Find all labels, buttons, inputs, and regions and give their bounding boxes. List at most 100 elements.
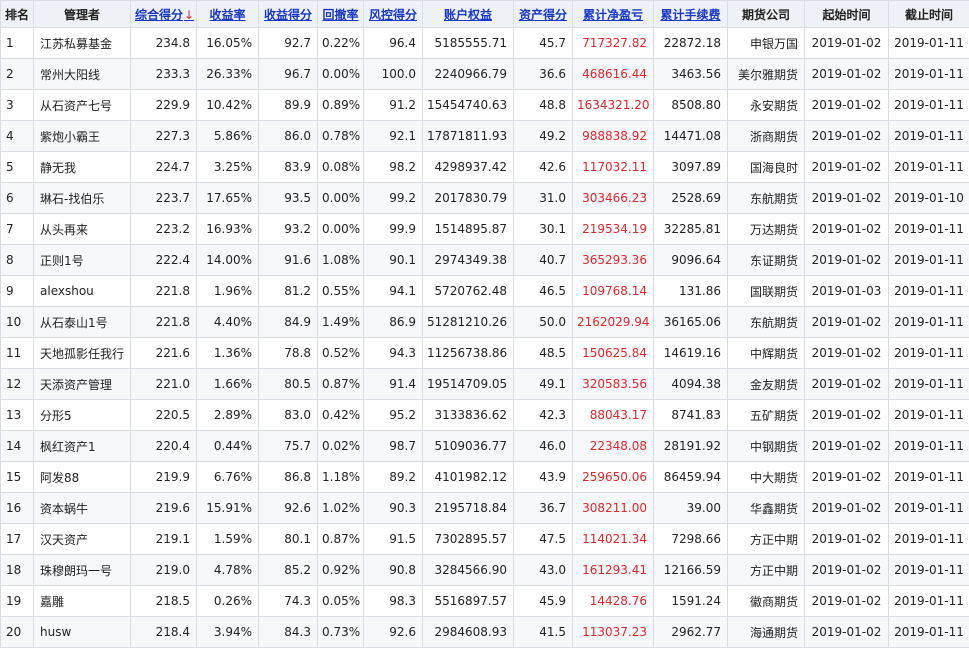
cell-pnl: 2162029.94 (573, 307, 654, 338)
cell-return: 17.65% (197, 183, 259, 214)
header-asset-score[interactable]: 资产得分 (514, 1, 573, 28)
cell-pnl: 117032.11 (573, 152, 654, 183)
cell-asset-score: 36.6 (514, 59, 573, 90)
cell-return: 6.76% (197, 462, 259, 493)
cell-score: 221.8 (131, 307, 197, 338)
cell-return-score: 75.7 (259, 431, 318, 462)
cell-end: 2019-01-11 (889, 617, 969, 648)
cell-rank: 5 (1, 152, 34, 183)
cell-asset-score: 46.0 (514, 431, 573, 462)
table-body: 1江苏私募基金234.816.05%92.70.22%96.45185555.7… (1, 28, 969, 648)
sort-link-drawdown[interactable]: 回撤率 (322, 8, 358, 22)
header-return-score[interactable]: 收益得分 (259, 1, 318, 28)
header-score[interactable]: 综合得分↓ (131, 1, 197, 28)
cell-rank: 6 (1, 183, 34, 214)
cell-risk-score: 95.2 (364, 400, 423, 431)
sort-link-return[interactable]: 收益率 (209, 8, 245, 22)
header-label: 排名 (5, 8, 29, 22)
cell-rank: 13 (1, 400, 34, 431)
cell-pnl: 114021.34 (573, 524, 654, 555)
table-row: 1江苏私募基金234.816.05%92.70.22%96.45185555.7… (1, 28, 969, 59)
cell-equity: 19514709.05 (423, 369, 514, 400)
table-row: 3从石资产七号229.910.42%89.90.89%91.215454740.… (1, 90, 969, 121)
cell-risk-score: 89.2 (364, 462, 423, 493)
cell-drawdown: 0.00% (318, 59, 364, 90)
cell-risk-score: 91.5 (364, 524, 423, 555)
cell-return-score: 91.6 (259, 245, 318, 276)
cell-end: 2019-01-10 (889, 183, 969, 214)
cell-fee: 2962.77 (654, 617, 728, 648)
cell-return: 4.40% (197, 307, 259, 338)
cell-manager: 珠穆朗玛一号 (34, 555, 131, 586)
cell-pnl: 14428.76 (573, 586, 654, 617)
sort-link-asset-score[interactable]: 资产得分 (519, 8, 567, 22)
cell-manager: 分形5 (34, 400, 131, 431)
cell-company: 万达期货 (728, 214, 805, 245)
cell-start: 2019-01-02 (805, 431, 889, 462)
cell-manager: alexshou (34, 276, 131, 307)
cell-company: 金友期货 (728, 369, 805, 400)
cell-fee: 36165.06 (654, 307, 728, 338)
cell-return-score: 80.1 (259, 524, 318, 555)
cell-rank: 18 (1, 555, 34, 586)
cell-return-score: 78.8 (259, 338, 318, 369)
sort-link-fee[interactable]: 累计手续费 (660, 8, 720, 22)
cell-asset-score: 50.0 (514, 307, 573, 338)
table-row: 19嘉雕218.50.26%74.30.05%98.35516897.5745.… (1, 586, 969, 617)
cell-rank: 4 (1, 121, 34, 152)
header-return[interactable]: 收益率 (197, 1, 259, 28)
cell-risk-score: 90.1 (364, 245, 423, 276)
sort-link-return-score[interactable]: 收益得分 (264, 8, 312, 22)
cell-end: 2019-01-11 (889, 59, 969, 90)
cell-return-score: 86.8 (259, 462, 318, 493)
cell-asset-score: 45.9 (514, 586, 573, 617)
cell-score: 229.9 (131, 90, 197, 121)
cell-start: 2019-01-02 (805, 524, 889, 555)
cell-asset-score: 30.1 (514, 214, 573, 245)
cell-asset-score: 49.1 (514, 369, 573, 400)
header-equity[interactable]: 账户权益 (423, 1, 514, 28)
cell-rank: 8 (1, 245, 34, 276)
cell-score: 219.1 (131, 524, 197, 555)
table-row: 2常州大阳线233.326.33%96.70.00%100.02240966.7… (1, 59, 969, 90)
cell-asset-score: 48.8 (514, 90, 573, 121)
cell-rank: 19 (1, 586, 34, 617)
cell-equity: 2984608.93 (423, 617, 514, 648)
cell-end: 2019-01-11 (889, 555, 969, 586)
cell-return: 10.42% (197, 90, 259, 121)
cell-asset-score: 49.2 (514, 121, 573, 152)
header-drawdown[interactable]: 回撤率 (318, 1, 364, 28)
header-risk-score[interactable]: 风控得分 (364, 1, 423, 28)
header-manager: 管理者 (34, 1, 131, 28)
cell-return-score: 96.7 (259, 59, 318, 90)
cell-fee: 9096.64 (654, 245, 728, 276)
cell-asset-score: 40.7 (514, 245, 573, 276)
cell-company: 国联期货 (728, 276, 805, 307)
sort-link-equity[interactable]: 账户权益 (444, 8, 492, 22)
header-pnl[interactable]: 累计净盈亏 (573, 1, 654, 28)
cell-equity: 5109036.77 (423, 431, 514, 462)
cell-drawdown: 0.08% (318, 152, 364, 183)
header-label: 管理者 (64, 8, 100, 22)
cell-equity: 5720762.48 (423, 276, 514, 307)
cell-manager: 江苏私募基金 (34, 28, 131, 59)
cell-pnl: 259650.06 (573, 462, 654, 493)
cell-asset-score: 31.0 (514, 183, 573, 214)
header-company: 期货公司 (728, 1, 805, 28)
table-row: 18珠穆朗玛一号219.04.78%85.20.92%90.83284566.9… (1, 555, 969, 586)
cell-start: 2019-01-02 (805, 59, 889, 90)
sort-link-pnl[interactable]: 累计净盈亏 (583, 8, 643, 22)
cell-manager: 正则1号 (34, 245, 131, 276)
header-row: 排名 管理者 综合得分↓ 收益率 收益得分 回撤率 风控得分 账户权益 资产得分… (1, 1, 969, 28)
sort-link-score[interactable]: 综合得分↓ (135, 8, 194, 22)
cell-score: 219.9 (131, 462, 197, 493)
table-row: 10从石泰山1号221.84.40%84.91.49%86.951281210.… (1, 307, 969, 338)
cell-pnl: 88043.17 (573, 400, 654, 431)
cell-score: 233.3 (131, 59, 197, 90)
cell-asset-score: 42.6 (514, 152, 573, 183)
table-row: 12天添资产管理221.01.66%80.50.87%91.419514709.… (1, 369, 969, 400)
sort-link-risk-score[interactable]: 风控得分 (369, 8, 417, 22)
header-fee[interactable]: 累计手续费 (654, 1, 728, 28)
cell-return: 26.33% (197, 59, 259, 90)
cell-start: 2019-01-03 (805, 276, 889, 307)
